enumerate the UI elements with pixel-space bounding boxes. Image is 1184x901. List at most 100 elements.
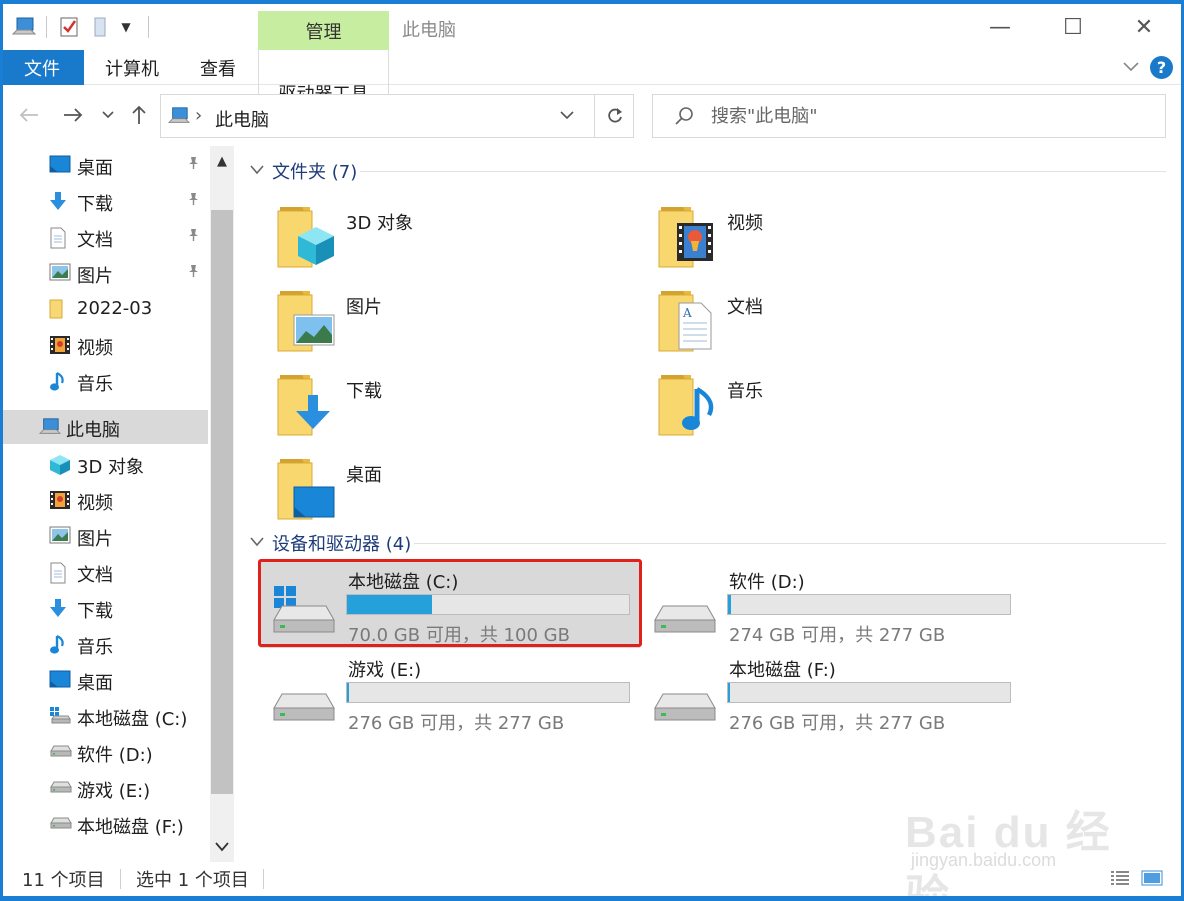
help-icon[interactable]: ? bbox=[1150, 56, 1173, 79]
pin-icon[interactable] bbox=[186, 228, 200, 246]
folder-item[interactable]: 3D 对象 bbox=[276, 201, 636, 281]
sidebar-item-this-pc-child[interactable]: 游戏 (E:) bbox=[0, 771, 208, 805]
back-button[interactable] bbox=[16, 102, 42, 128]
address-row: › 此电脑 bbox=[0, 86, 1184, 144]
address-bar[interactable]: › 此电脑 bbox=[160, 94, 634, 138]
sidebar-item-quick-access[interactable]: 文档 bbox=[0, 220, 208, 254]
drive-free-space: 274 GB 可用，共 277 GB bbox=[729, 625, 946, 646]
close-button[interactable]: ✕ bbox=[1126, 12, 1162, 42]
folder-item[interactable]: A 文档 bbox=[657, 285, 1017, 365]
picture-icon bbox=[49, 526, 71, 546]
folder-item[interactable]: 视频 bbox=[657, 201, 1017, 281]
sidebar-item-this-pc-child[interactable]: 图片 bbox=[0, 519, 208, 553]
tab-file[interactable]: 文件 bbox=[0, 50, 84, 85]
sidebar-item-this-pc-child[interactable]: 音乐 bbox=[0, 627, 208, 661]
sidebar-item-label: 本地磁盘 (C:) bbox=[77, 709, 188, 730]
sidebar-scrollbar[interactable]: ▲ bbox=[210, 146, 234, 862]
sidebar-item-this-pc-child[interactable]: 3D 对象 bbox=[0, 447, 208, 481]
title-bar: ▼ 管理 此电脑 — ☐ ✕ bbox=[0, 0, 1184, 50]
music-icon bbox=[49, 371, 71, 391]
drive-icon bbox=[49, 778, 72, 798]
folder-label: 文档 bbox=[727, 297, 763, 318]
folder-label: 下载 bbox=[346, 381, 382, 402]
sidebar-item-this-pc-child[interactable]: 软件 (D:) bbox=[0, 735, 208, 769]
sidebar-item-quick-access[interactable]: 视频 bbox=[0, 328, 208, 362]
drive-usage-bar bbox=[727, 594, 1011, 615]
folders-section-header[interactable]: 文件夹 (7) bbox=[250, 158, 357, 184]
drive-item[interactable]: 软件 (D:) 274 GB 可用，共 277 GB bbox=[641, 562, 1021, 648]
manage-tab[interactable]: 管理 bbox=[258, 11, 389, 50]
up-button[interactable] bbox=[128, 102, 150, 128]
tab-view[interactable]: 查看 bbox=[188, 50, 248, 85]
drives-section-header[interactable]: 设备和驱动器 (4) bbox=[250, 530, 411, 556]
sidebar-item-quick-access[interactable]: 2022-03 bbox=[0, 292, 208, 326]
sidebar-item-this-pc-child[interactable]: 文档 bbox=[0, 555, 208, 589]
folder-item[interactable]: 图片 bbox=[276, 285, 636, 365]
sidebar-item-this-pc-child[interactable]: 本地磁盘 (C:) bbox=[0, 699, 208, 733]
sidebar-item-label: 桌面 bbox=[77, 673, 113, 694]
sidebar-item-this-pc-child[interactable]: 桌面 bbox=[0, 663, 208, 697]
collapse-chevron-icon[interactable] bbox=[250, 163, 270, 179]
folder-download-icon bbox=[276, 369, 336, 439]
recent-locations-icon[interactable] bbox=[100, 102, 116, 128]
desktop-icon bbox=[49, 670, 71, 690]
sidebar-item-label: 软件 (D:) bbox=[77, 745, 153, 766]
folder-picture-icon bbox=[276, 285, 336, 355]
properties-icon[interactable] bbox=[56, 14, 82, 40]
scroll-thumb[interactable] bbox=[211, 210, 233, 794]
sidebar-item-quick-access[interactable]: 图片 bbox=[0, 256, 208, 290]
separator bbox=[46, 16, 47, 38]
drive-item[interactable]: 本地磁盘 (F:) 276 GB 可用，共 277 GB bbox=[641, 650, 1021, 736]
scroll-up-icon[interactable]: ▲ bbox=[210, 150, 234, 172]
document-icon bbox=[49, 227, 71, 249]
forward-button[interactable] bbox=[60, 102, 86, 128]
search-box[interactable] bbox=[652, 94, 1166, 138]
scroll-down-icon[interactable] bbox=[210, 836, 234, 858]
pin-icon[interactable] bbox=[186, 264, 200, 282]
computer-icon[interactable] bbox=[10, 14, 38, 40]
search-input[interactable] bbox=[711, 103, 1151, 129]
pin-icon[interactable] bbox=[186, 156, 200, 174]
folder-desktop-icon bbox=[276, 453, 336, 523]
sidebar-item-this-pc-child[interactable]: 下载 bbox=[0, 591, 208, 625]
sidebar-item-quick-access[interactable]: 下载 bbox=[0, 184, 208, 218]
drive-item[interactable]: 游戏 (E:) 276 GB 可用，共 277 GB bbox=[260, 650, 640, 736]
separator bbox=[148, 16, 149, 38]
pin-icon[interactable] bbox=[186, 192, 200, 210]
details-view-icon[interactable] bbox=[1108, 866, 1132, 890]
customize-toolbar-icon[interactable]: ▼ bbox=[116, 14, 136, 40]
collapse-chevron-icon[interactable] bbox=[250, 535, 270, 551]
sidebar-item-label: 下载 bbox=[77, 601, 113, 622]
minimize-button[interactable]: — bbox=[982, 12, 1018, 42]
refresh-button[interactable] bbox=[594, 95, 634, 137]
folder-item[interactable]: 桌面 bbox=[276, 453, 636, 533]
sidebar-item-this-pc-child[interactable]: 本地磁盘 (F:) bbox=[0, 807, 208, 841]
folder-music-icon bbox=[657, 369, 717, 439]
section-divider bbox=[414, 543, 1166, 544]
computer-icon bbox=[167, 106, 191, 130]
sidebar-item-label: 图片 bbox=[77, 529, 113, 550]
folder-label: 音乐 bbox=[727, 381, 763, 402]
folder-item[interactable]: 下载 bbox=[276, 369, 636, 449]
sidebar-item-quick-access[interactable]: 音乐 bbox=[0, 364, 208, 398]
sidebar-item-label: 图片 bbox=[77, 266, 113, 287]
folder-document-icon: A bbox=[657, 285, 717, 355]
folder-item[interactable]: 音乐 bbox=[657, 369, 1017, 449]
document-icon bbox=[49, 562, 71, 584]
new-folder-icon[interactable] bbox=[88, 14, 112, 40]
address-dropdown-icon[interactable] bbox=[559, 105, 575, 124]
sidebar-item-label: 音乐 bbox=[77, 637, 113, 658]
large-icons-view-icon[interactable] bbox=[1140, 866, 1164, 890]
sidebar-item-quick-access[interactable]: 桌面 bbox=[0, 148, 208, 182]
tab-computer[interactable]: 计算机 bbox=[92, 50, 172, 85]
drive-icon bbox=[270, 672, 338, 722]
maximize-button[interactable]: ☐ bbox=[1055, 12, 1091, 42]
sidebar-item-this-pc[interactable]: 此电脑 bbox=[0, 410, 208, 444]
folder-label: 图片 bbox=[346, 297, 382, 318]
breadcrumb-this-pc[interactable]: 此电脑 bbox=[215, 106, 269, 132]
breadcrumb-chevron-icon[interactable]: › bbox=[195, 105, 202, 126]
drive-icon bbox=[651, 584, 719, 634]
expand-ribbon-icon[interactable] bbox=[1120, 56, 1142, 78]
sidebar-item-this-pc-child[interactable]: 视频 bbox=[0, 483, 208, 517]
sidebar-item-label: 文档 bbox=[77, 565, 113, 586]
